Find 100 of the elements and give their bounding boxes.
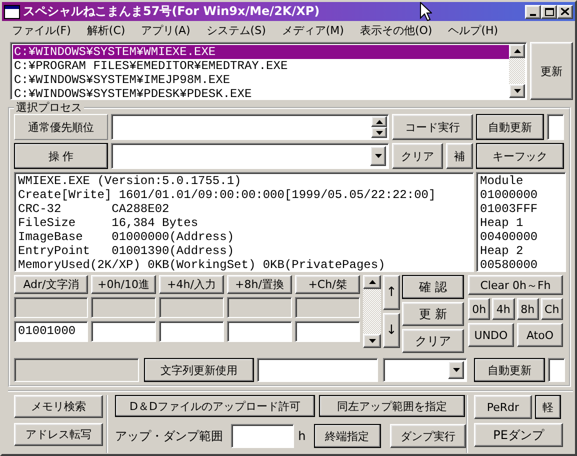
column-header-button[interactable]: +8h/置換 (227, 275, 292, 294)
menu-item[interactable]: メディア(M) (274, 23, 352, 38)
unit-label: h (298, 429, 306, 443)
group-label: 選択プロセス (15, 102, 83, 114)
input-field[interactable] (257, 358, 378, 382)
menu-item[interactable]: ファイル(F) (4, 23, 79, 38)
list-item[interactable]: C:¥PROGRAM FILES¥EMEDITOR¥EMEDTRAY.EXE (13, 59, 510, 73)
confirm-button[interactable]: 確 認 (402, 275, 464, 299)
minimize-button[interactable] (525, 4, 541, 18)
dropdown-button[interactable] (370, 146, 386, 166)
readonly-field (159, 297, 224, 318)
window-title: スペシャルねこまんま57号(For Win9x/Me/2K/XP) (23, 3, 320, 20)
operate-button[interactable]: 操 作 (14, 143, 108, 169)
auto-update-button[interactable]: 自動更新 (474, 358, 545, 382)
mouse-pointer-icon (420, 2, 432, 21)
down-arrow-icon (452, 368, 460, 372)
priority-button[interactable]: 通常優先順位 (14, 114, 108, 140)
refresh-button[interactable]: 更新 (530, 42, 573, 100)
memory-map-line: 00580000 (480, 258, 539, 272)
scroll-down-button[interactable] (363, 334, 381, 348)
clear-button[interactable]: クリア (392, 143, 443, 169)
offset-button[interactable]: 0h (468, 298, 490, 320)
indicator-field (548, 358, 565, 382)
memory-map-line: Heap 1 (480, 216, 524, 230)
scroll-down-button[interactable] (509, 84, 526, 98)
dropdown-field[interactable] (383, 358, 467, 382)
down-arrow-icon (514, 89, 521, 93)
input-field[interactable]: 01001000 (14, 321, 88, 342)
update-button[interactable]: 更 新 (402, 302, 464, 326)
clear-button[interactable]: クリア (402, 329, 464, 353)
memory-map-line: 00400000 (480, 230, 539, 244)
readonly-field (91, 297, 156, 318)
minimize-icon (530, 14, 536, 16)
close-icon (561, 8, 569, 15)
input-field[interactable] (91, 321, 156, 342)
down-button[interactable]: ↓ (383, 313, 400, 348)
up-arrow-icon (376, 120, 382, 124)
supplement-button[interactable]: 補 (446, 143, 473, 169)
dump-button[interactable]: ダンプ実行 (390, 424, 466, 448)
down-arrow-icon (376, 130, 382, 134)
up-arrow-icon (368, 280, 376, 284)
close-button[interactable] (557, 4, 573, 18)
down-arrow-icon (368, 339, 376, 343)
column-header-button[interactable]: +Ch/桀 (295, 275, 360, 294)
list-item[interactable]: C:¥WINDOWS¥SYSTEM¥IMEJP98M.EXE (13, 73, 510, 87)
column-header-button[interactable]: Adr/文字消 (14, 275, 88, 294)
address-copy-button[interactable]: アドレス転写 (14, 423, 103, 446)
process-list[interactable]: C:¥WINDOWS¥SYSTEM¥WMIEXE.EXE C:¥PROGRAM FILES¥EMEDITOR¥EMEDTRAY.EXE C:¥WINDOWS¥SYSTEM¥IMEJP98M.EXE C:¥WINDOWS¥SYSTEM¥PDESK¥PDESK.EXE (10, 42, 528, 100)
code-run-button[interactable]: コード実行 (392, 114, 473, 140)
memory-map-line: 01003FFF (480, 202, 539, 216)
memory-search-button[interactable]: メモリ検索 (14, 395, 103, 418)
maximize-button[interactable] (541, 4, 557, 18)
window-icon (4, 4, 20, 18)
info-line: FileSize 16,384 Bytes (18, 216, 200, 230)
menu-item[interactable]: 表示その他(O) (352, 23, 440, 38)
input-field[interactable] (227, 321, 292, 342)
pe-dump-button[interactable]: PEダンプ (474, 423, 563, 447)
range-button[interactable]: 同左アップ範囲を指定 (319, 395, 465, 417)
scroll-up-button[interactable] (371, 116, 387, 127)
dropdown-field[interactable] (111, 143, 389, 169)
info-line: Create[Write] 1601/01.01/09:00:00:000[1999/05.05/22:22:00] (18, 188, 437, 202)
scroll-down-button[interactable] (371, 127, 387, 138)
clear-range-button[interactable]: Clear 0h～Fh (468, 275, 563, 295)
offset-button[interactable]: Ch (540, 298, 563, 320)
end-button[interactable]: 終端指定 (314, 424, 381, 448)
info-line: ImageBase 01000000(Address) (18, 230, 236, 244)
menu-item[interactable]: システム(S) (198, 23, 274, 38)
auto-update-button[interactable]: 自動更新 (476, 114, 544, 140)
up-button[interactable]: ↑ (383, 275, 400, 310)
upload-permit-button[interactable]: D＆Dファイルのアップロード許可 (115, 395, 315, 417)
text-area[interactable] (111, 114, 389, 140)
range-field[interactable] (231, 424, 294, 448)
menu-item[interactable]: アプリ(A) (133, 23, 198, 38)
scrollbar[interactable] (363, 275, 381, 348)
menu-item[interactable]: ヘルプ(H) (440, 23, 506, 38)
input-field[interactable] (295, 321, 360, 342)
input-field[interactable] (159, 321, 224, 342)
key-hook-button[interactable]: キーフック (476, 143, 564, 169)
list-item[interactable]: C:¥WINDOWS¥SYSTEM¥PDESK¥PDESK.EXE (13, 87, 510, 101)
up-arrow-icon (514, 49, 521, 53)
offset-button[interactable]: 4h (492, 298, 514, 320)
undo-button[interactable]: UNDO (468, 323, 514, 347)
column-header-button[interactable]: +4h/入力 (159, 275, 224, 294)
a-to-o-button[interactable]: AtoO (517, 323, 563, 347)
dropdown-button[interactable] (448, 361, 464, 379)
offset-button[interactable]: 8h (516, 298, 539, 320)
readonly-field (227, 297, 292, 318)
column-header-button[interactable]: +0h/10進 (91, 275, 156, 294)
string-update-button[interactable]: 文字列更新使用 (144, 358, 254, 382)
indicator-field (547, 114, 564, 140)
perdr-button[interactable]: PeRdr (474, 395, 532, 419)
light-button[interactable]: 軽 (535, 395, 561, 419)
menu-item[interactable]: 解析(C) (78, 23, 134, 38)
info-line: CRC-32 CA288E02 (18, 202, 170, 216)
list-item[interactable]: C:¥WINDOWS¥SYSTEM¥WMIEXE.EXE (13, 45, 510, 59)
scrollbar[interactable] (371, 116, 387, 138)
info-line: WMIEXE.EXE (Version:5.0.1755.1) (18, 174, 242, 188)
scrollbar[interactable] (509, 44, 526, 98)
scroll-up-button[interactable] (509, 44, 526, 58)
scroll-up-button[interactable] (363, 275, 381, 289)
